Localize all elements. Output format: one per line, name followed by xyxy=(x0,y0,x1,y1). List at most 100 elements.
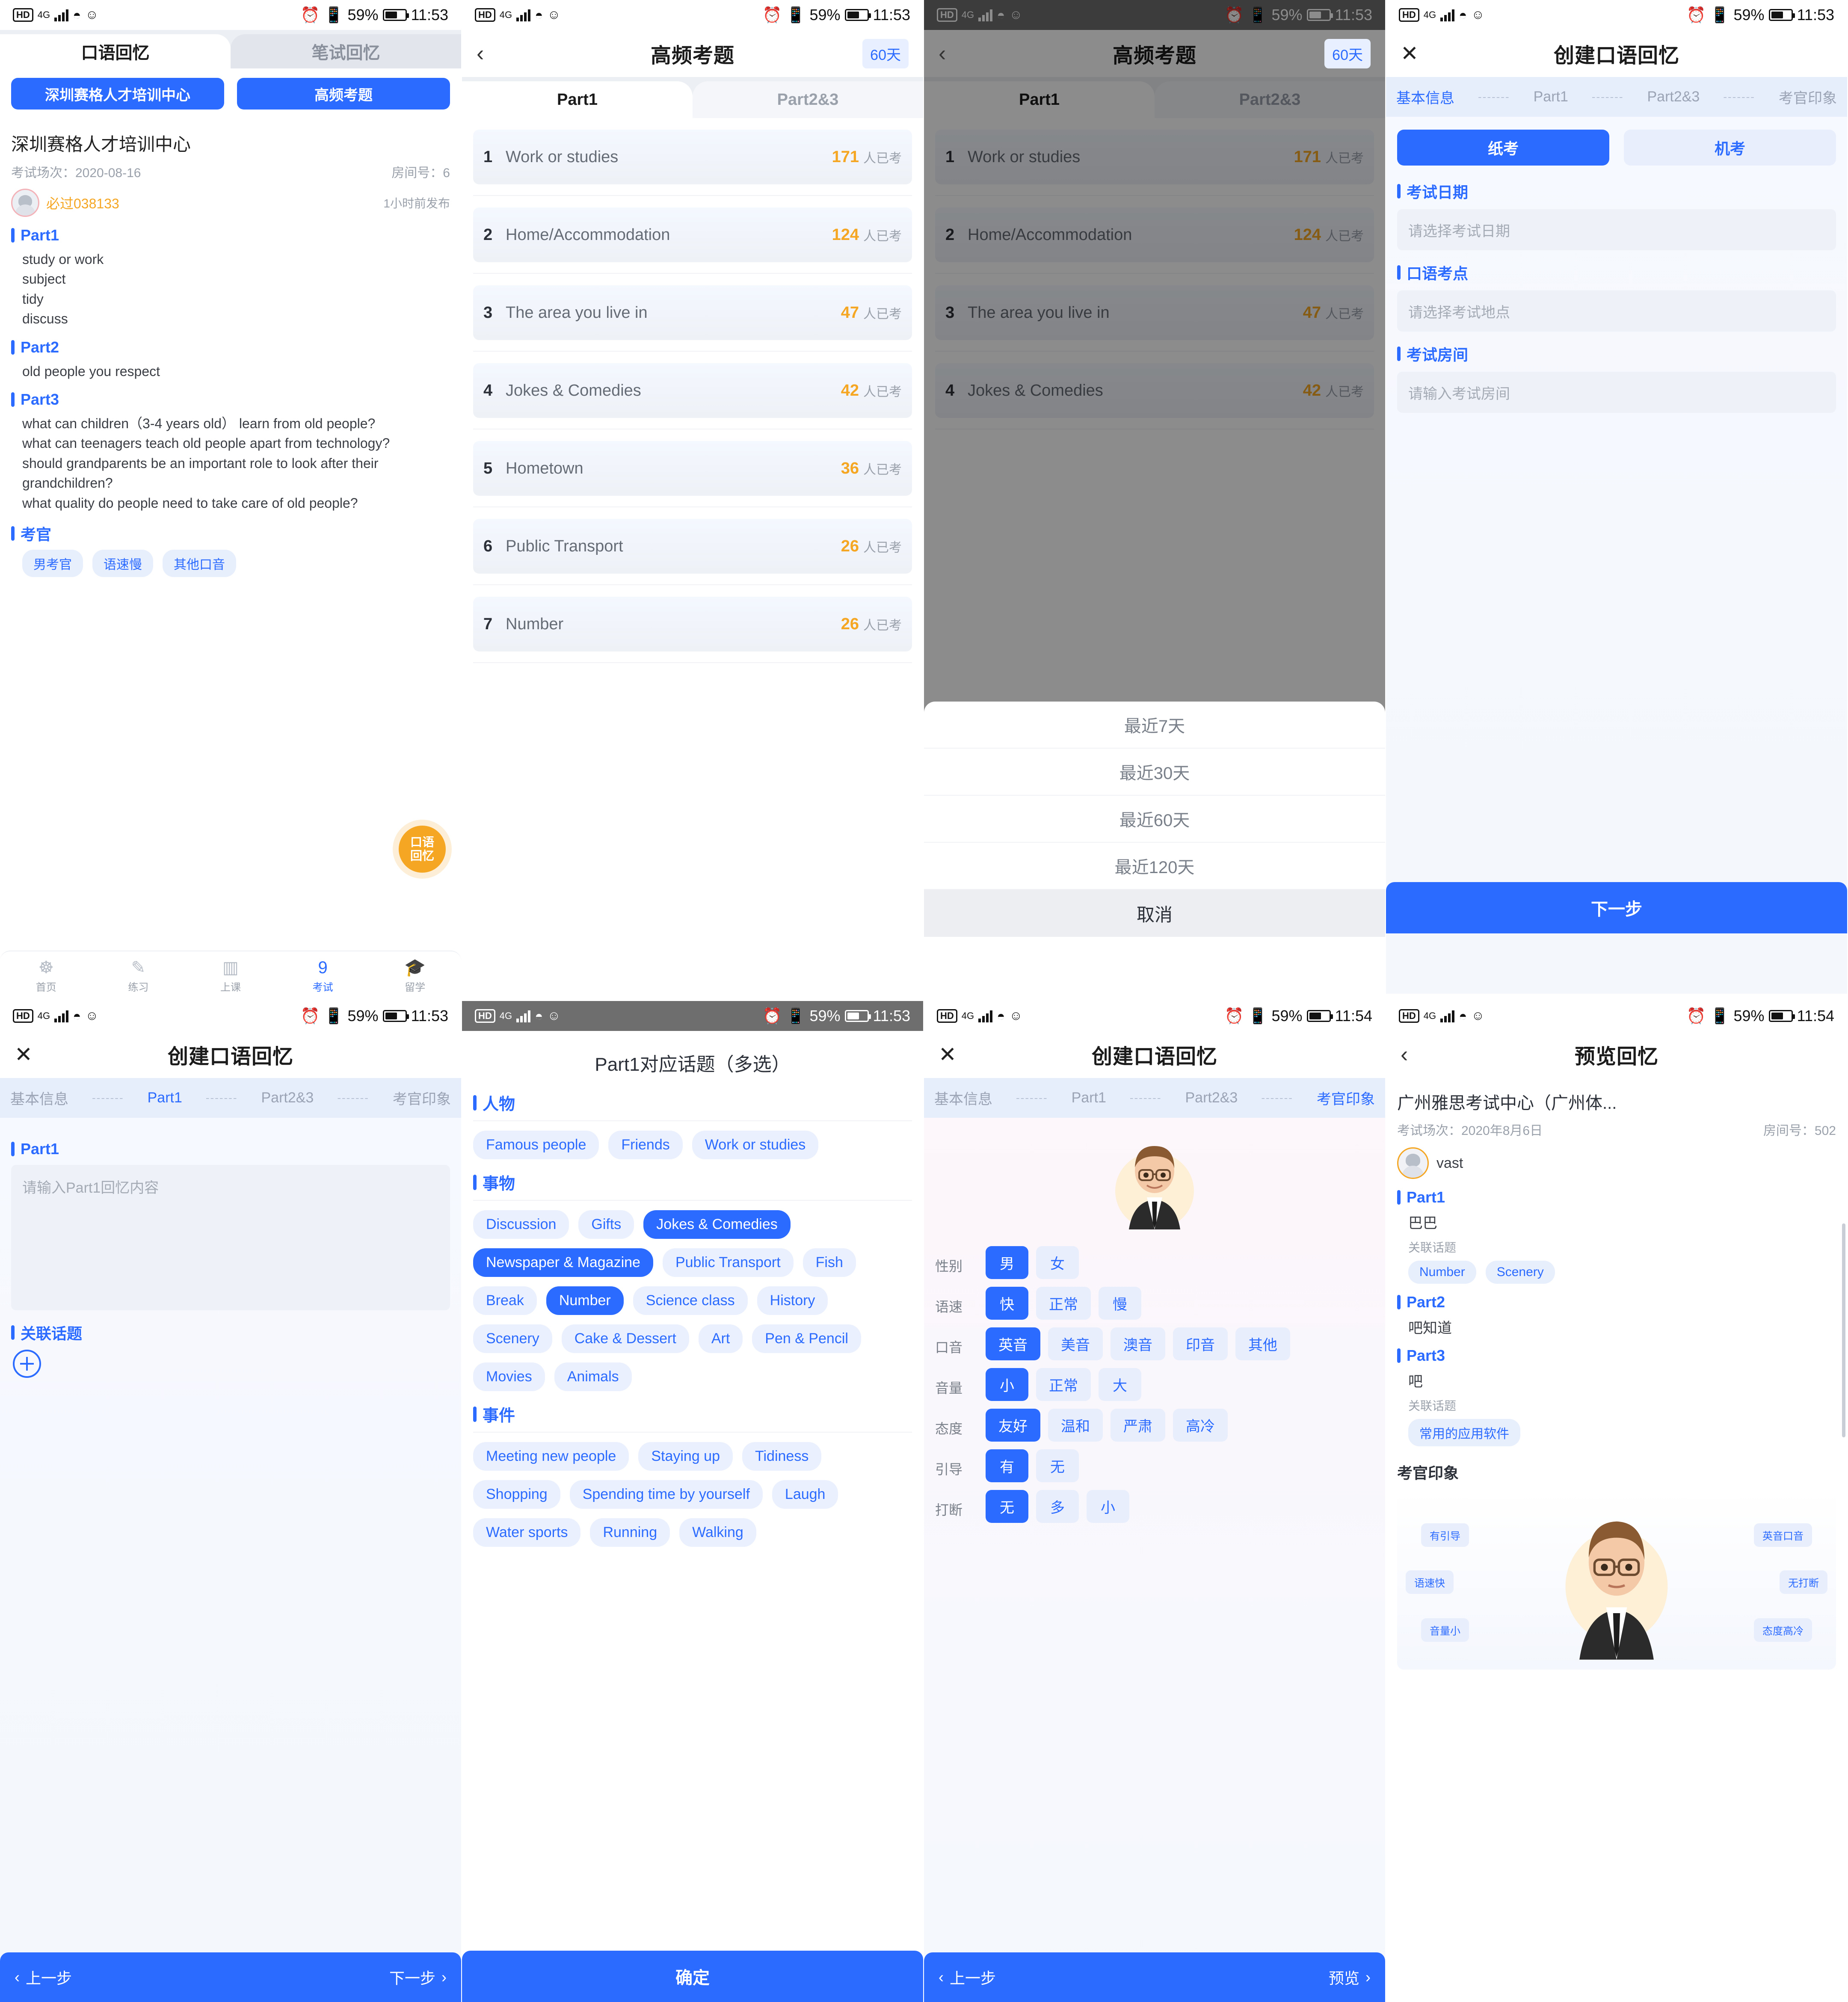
topic-pill[interactable]: Gifts xyxy=(578,1210,634,1239)
topic-pill[interactable]: Cake & Dessert xyxy=(561,1324,689,1353)
option-chip[interactable]: 温和 xyxy=(1048,1409,1103,1442)
next-step-button[interactable]: 下一步 xyxy=(1386,882,1847,933)
filter-highfreq-button[interactable]: 高频考题 xyxy=(237,78,450,110)
tab-part1[interactable]: Part1 xyxy=(462,81,693,118)
scrollbar[interactable] xyxy=(1842,1223,1845,1437)
option-chip[interactable]: 慢 xyxy=(1099,1287,1141,1320)
tabbar-item-home[interactable]: ☸ 首页 xyxy=(0,951,92,1001)
topic-pill[interactable]: Laugh xyxy=(772,1480,838,1509)
option-chip[interactable]: 其他 xyxy=(1235,1327,1290,1360)
topic-pill[interactable]: Staying up xyxy=(638,1442,733,1471)
next-step-button[interactable]: 下一步 › xyxy=(389,1966,447,1988)
option-chip[interactable]: 严肃 xyxy=(1111,1409,1165,1442)
option-chip[interactable]: 女 xyxy=(1036,1246,1079,1279)
step-part23[interactable]: Part2&3 xyxy=(1647,89,1700,105)
topic-pill[interactable]: Pen & Pencil xyxy=(752,1324,861,1353)
topic-pill[interactable]: Shopping xyxy=(473,1480,560,1509)
sheet-option-7days[interactable]: 最近7天 xyxy=(924,702,1385,749)
option-chip[interactable]: 无 xyxy=(1036,1449,1079,1482)
back-arrow-icon[interactable]: ‹ xyxy=(477,42,484,65)
topic-pill[interactable]: Friends xyxy=(608,1131,683,1159)
topic-pill[interactable]: Work or studies xyxy=(692,1131,819,1159)
topic-pill-selected[interactable]: Jokes & Comedies xyxy=(643,1210,791,1239)
sheet-option-30days[interactable]: 最近30天 xyxy=(924,749,1385,796)
step-examiner[interactable]: 考官印象 xyxy=(1317,1087,1375,1108)
option-chip[interactable]: 正常 xyxy=(1036,1368,1091,1401)
step-part1[interactable]: Part1 xyxy=(1072,1090,1106,1106)
examiner-tag[interactable]: 语速慢 xyxy=(92,549,153,577)
list-item[interactable]: 6 Public Transport 26 人已考 xyxy=(462,507,923,585)
topic-pill[interactable]: Spending time by yourself xyxy=(569,1480,763,1509)
related-topic-tag[interactable]: Scenery xyxy=(1485,1261,1555,1284)
close-icon[interactable]: ✕ xyxy=(939,1044,957,1065)
topic-pill[interactable]: Science class xyxy=(633,1286,748,1315)
list-item[interactable]: 7 Number 26 人已考 xyxy=(462,585,923,663)
topic-pill[interactable]: Animals xyxy=(554,1362,632,1391)
exam-date-input[interactable]: 请选择考试日期 xyxy=(1397,209,1836,250)
close-icon[interactable]: ✕ xyxy=(15,1044,33,1065)
exam-room-input[interactable]: 请输入考试房间 xyxy=(1397,372,1836,413)
filter-center-button[interactable]: 深圳赛格人才培训中心 xyxy=(11,78,224,110)
tabbar-item-class[interactable]: ▥ 上课 xyxy=(184,951,277,1001)
add-topic-button[interactable] xyxy=(13,1350,41,1378)
topic-pill[interactable]: Movies xyxy=(473,1362,545,1391)
tabbar-item-practice[interactable]: ✎ 练习 xyxy=(92,951,185,1001)
step-part1[interactable]: Part1 xyxy=(1534,89,1568,105)
topic-pill[interactable]: Art xyxy=(698,1324,743,1353)
tab-written-memory[interactable]: 笔试回忆 xyxy=(231,34,461,68)
option-chip[interactable]: 美音 xyxy=(1048,1327,1103,1360)
tab-part23[interactable]: Part2&3 xyxy=(693,81,923,118)
list-item[interactable]: 4 Jokes & Comedies 42 人已考 xyxy=(462,352,923,429)
option-chip-selected[interactable]: 小 xyxy=(986,1368,1028,1401)
tab-oral-memory[interactable]: 口语回忆 xyxy=(0,34,231,68)
option-chip-selected[interactable]: 友好 xyxy=(986,1409,1040,1442)
days-filter-button[interactable]: 60天 xyxy=(862,38,909,68)
option-chip[interactable]: 小 xyxy=(1087,1490,1129,1523)
confirm-button[interactable]: 确定 xyxy=(462,1951,923,2002)
option-chip[interactable]: 澳音 xyxy=(1111,1327,1165,1360)
tabbar-item-exam[interactable]: 9 考试 xyxy=(277,951,369,1001)
step-basic-info[interactable]: 基本信息 xyxy=(1396,86,1454,107)
topic-pill-selected[interactable]: Newspaper & Magazine xyxy=(473,1248,653,1277)
step-basic-info[interactable]: 基本信息 xyxy=(10,1087,68,1108)
tabbar-item-study-abroad[interactable]: 🎓 留学 xyxy=(369,951,461,1001)
sheet-option-120days[interactable]: 最近120天 xyxy=(924,843,1385,890)
topic-pill[interactable]: Famous people xyxy=(473,1131,599,1159)
related-topic-tag[interactable]: Number xyxy=(1408,1261,1476,1284)
step-basic-info[interactable]: 基本信息 xyxy=(934,1087,992,1108)
topic-pill[interactable]: Water sports xyxy=(473,1518,581,1547)
step-part23[interactable]: Part2&3 xyxy=(261,1090,314,1106)
option-chip-selected[interactable]: 英音 xyxy=(986,1327,1040,1360)
topic-pill[interactable]: Public Transport xyxy=(662,1248,794,1277)
topic-pill[interactable]: History xyxy=(757,1286,828,1315)
topic-pill[interactable]: Walking xyxy=(679,1518,756,1547)
prev-step-button[interactable]: ‹ 上一步 xyxy=(939,1966,996,1988)
examiner-tag[interactable]: 男考官 xyxy=(22,549,83,577)
close-icon[interactable]: ✕ xyxy=(1401,43,1419,64)
topic-pill[interactable]: Scenery xyxy=(473,1324,552,1353)
post-username[interactable]: 必过038133 xyxy=(46,193,119,213)
days-filter-button[interactable]: 60天 xyxy=(1324,38,1371,68)
back-arrow-icon[interactable]: ‹ xyxy=(939,42,946,65)
sheet-cancel-button[interactable]: 取消 xyxy=(924,890,1385,937)
option-chip[interactable]: 多 xyxy=(1036,1490,1079,1523)
topic-pill[interactable]: Tidiness xyxy=(742,1442,822,1471)
list-item[interactable]: 3 The area you live in 47 人已考 xyxy=(462,274,923,352)
create-oral-memory-fab[interactable]: 口语 回忆 xyxy=(399,826,446,873)
step-part23[interactable]: Part2&3 xyxy=(1185,1090,1238,1106)
step-examiner[interactable]: 考官印象 xyxy=(1779,86,1837,107)
option-chip[interactable]: 正常 xyxy=(1036,1287,1091,1320)
topic-pill[interactable]: Running xyxy=(590,1518,670,1547)
option-chip-selected[interactable]: 有 xyxy=(986,1449,1028,1482)
option-chip-selected[interactable]: 男 xyxy=(986,1246,1028,1279)
topic-pill[interactable]: Break xyxy=(473,1286,537,1315)
mode-paper-button[interactable]: 纸考 xyxy=(1397,130,1609,166)
option-chip[interactable]: 大 xyxy=(1099,1368,1141,1401)
exam-center-input[interactable]: 请选择考试地点 xyxy=(1397,290,1836,332)
list-item[interactable]: 2 Home/Accommodation 124 人已考 xyxy=(462,196,923,274)
list-item[interactable]: 5 Hometown 36 人已考 xyxy=(462,429,923,507)
step-part1[interactable]: Part1 xyxy=(148,1090,182,1106)
topic-pill[interactable]: Meeting new people xyxy=(473,1442,629,1471)
topic-pill-selected[interactable]: Number xyxy=(546,1286,624,1315)
mode-computer-button[interactable]: 机考 xyxy=(1624,130,1836,166)
